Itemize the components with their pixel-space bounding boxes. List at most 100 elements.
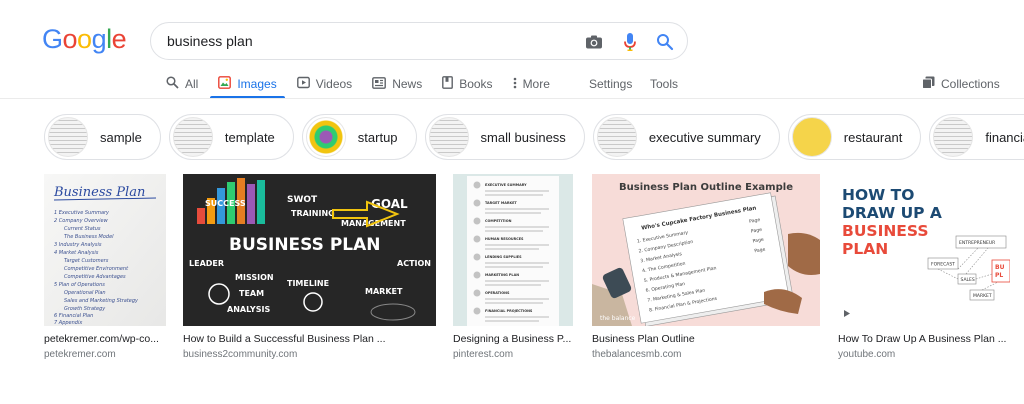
chalk-word: MISSION — [235, 273, 274, 282]
chip-thumbnail — [305, 117, 346, 157]
video-title-line: DRAW UP A — [842, 204, 942, 222]
collections-label: Collections — [941, 77, 1000, 91]
image-result[interactable]: HOW TO DRAW UP A BUSINESS PLAN ENTREPREN… — [838, 174, 1010, 360]
whiteboard-line: Competitive Advantages — [64, 274, 126, 280]
news-icon — [372, 76, 387, 92]
chip-small-business[interactable]: small business — [424, 114, 585, 160]
diagram-tag: BU — [995, 264, 1005, 271]
infographic-section: FINANCIAL PROJECTIONS — [485, 309, 533, 313]
logo-letter: o — [62, 24, 78, 54]
chip-restaurant[interactable]: restaurant — [787, 114, 922, 160]
tab-label: More — [522, 77, 550, 91]
tab-label: All — [185, 77, 199, 91]
balance-heading: Business Plan Outline Example — [619, 182, 793, 193]
chalk-word: ANALYSIS — [227, 305, 270, 314]
tab-news[interactable]: News — [372, 70, 422, 98]
chip-label: executive summary — [648, 129, 761, 145]
search-input[interactable] — [167, 30, 567, 52]
tab-images[interactable]: Images — [210, 70, 286, 99]
result-source: pinterest.com — [453, 349, 514, 360]
tab-all[interactable]: All — [166, 70, 198, 98]
chip-thumbnail — [596, 117, 637, 157]
infographic-section: EXECUTIVE SUMMARY — [485, 183, 527, 187]
result-thumbnail: SUCCESS SWOT TRAINING GOAL MANAGEMENT BU… — [183, 174, 436, 326]
settings-link[interactable]: Settings — [589, 70, 632, 98]
logo-letter: e — [111, 24, 127, 54]
whiteboard-line: 6 Financial Plan — [54, 313, 93, 319]
microphone-icon[interactable] — [619, 31, 641, 53]
image-result[interactable]: SUCCESS SWOT TRAINING GOAL MANAGEMENT BU… — [183, 174, 436, 360]
infographic-section: MARKETING PLAN — [485, 273, 519, 277]
result-title: How to Build a Successful Business Plan … — [183, 333, 386, 345]
tab-videos[interactable]: Videos — [296, 70, 353, 98]
image-icon — [218, 76, 232, 92]
chalk-word: MARKET — [365, 287, 403, 296]
search-icon[interactable] — [654, 31, 676, 53]
infographic-section: OPERATIONS — [485, 291, 510, 295]
whiteboard-line: The Business Model — [64, 234, 114, 240]
chip-sample[interactable]: sample — [44, 114, 161, 160]
collections-link[interactable]: Collections — [922, 70, 1000, 98]
chalk-word: ACTION — [397, 259, 431, 268]
chalk-word: LEADER — [189, 259, 224, 268]
diagram-tag: SALES — [961, 277, 975, 283]
image-result[interactable]: Business Plan Outline Example Who's Cupc… — [592, 174, 820, 360]
tab-label: Books — [459, 77, 493, 91]
camera-icon[interactable] — [583, 31, 605, 53]
chip-label: template — [224, 129, 275, 145]
image-result[interactable]: EXECUTIVE SUMMARY TARGET MARKET COMPETIT… — [453, 174, 573, 360]
chalk-word: TRAINING — [291, 209, 335, 218]
search-tabs: All Images Videos News Books More — [166, 70, 570, 99]
result-source: youtube.com — [838, 349, 896, 360]
chip-startup[interactable]: startup — [301, 114, 417, 160]
tools-link[interactable]: Tools — [650, 70, 678, 98]
chip-template[interactable]: template — [168, 114, 294, 160]
chalk-main-title: BUSINESS PLAN — [229, 235, 381, 255]
chip-label: startup — [357, 129, 398, 145]
logo-letter: g — [91, 24, 107, 54]
video-title-line: BUSINESS — [842, 222, 929, 240]
google-logo[interactable]: Google — [42, 24, 127, 55]
chalk-word: TEAM — [239, 289, 264, 298]
chalk-word: SUCCESS — [205, 199, 246, 208]
whiteboard-line: 2 Company Overview — [54, 218, 109, 224]
result-source: thebalancesmb.com — [592, 349, 682, 360]
result-source: business2community.com — [183, 349, 298, 360]
tab-label: Images — [237, 77, 277, 91]
more-vertical-icon — [513, 77, 517, 92]
result-title: How To Draw Up A Business Plan ... — [838, 333, 1007, 345]
result-thumbnail: HOW TO DRAW UP A BUSINESS PLAN ENTREPREN… — [838, 174, 1010, 326]
chip-thumbnail — [933, 117, 974, 157]
video-title-line: PLAN — [842, 240, 888, 258]
header-divider — [0, 98, 1024, 99]
chip-financial[interactable]: financial — [929, 114, 1024, 160]
result-thumbnail: Business Plan 1 Executive Summary 2 Comp… — [44, 174, 166, 326]
diagram-tag: ENTREPRENEUR — [959, 240, 995, 246]
result-title: Business Plan Outline — [592, 333, 695, 345]
diagram-tag: MARKET — [973, 293, 992, 299]
chalk-word: SWOT — [287, 195, 318, 205]
result-source: petekremer.com — [44, 349, 116, 360]
video-icon — [296, 76, 310, 92]
tab-books[interactable]: Books — [442, 70, 493, 98]
whiteboard-line: Growth Strategy — [64, 306, 106, 312]
diagram-tag: FORECAST — [931, 262, 955, 268]
book-icon — [442, 76, 454, 92]
tab-more[interactable]: More — [513, 70, 550, 98]
image-result[interactable]: Business Plan 1 Executive Summary 2 Comp… — [44, 174, 166, 360]
infographic-section: HUMAN RESOURCES — [485, 237, 524, 241]
infographic-section: TARGET MARKET — [485, 201, 517, 205]
chip-label: financial — [985, 129, 1024, 145]
whiteboard-line: 5 Plan of Operations — [54, 282, 105, 288]
whiteboard-line: Operational Plan — [64, 290, 106, 296]
whiteboard-line: 7 Appendix — [54, 320, 82, 326]
result-thumbnail: Business Plan Outline Example Who's Cupc… — [592, 174, 820, 326]
result-title: Designing a Business P... — [453, 333, 572, 345]
chip-executive-summary[interactable]: executive summary — [592, 114, 780, 160]
tab-label: Videos — [315, 77, 353, 91]
search-box — [150, 22, 688, 60]
chalk-word: TIMELINE — [287, 279, 329, 288]
chip-label: restaurant — [843, 129, 903, 145]
whiteboard-line: Sales and Marketing Strategy — [64, 298, 139, 304]
chip-thumbnail — [791, 117, 832, 157]
